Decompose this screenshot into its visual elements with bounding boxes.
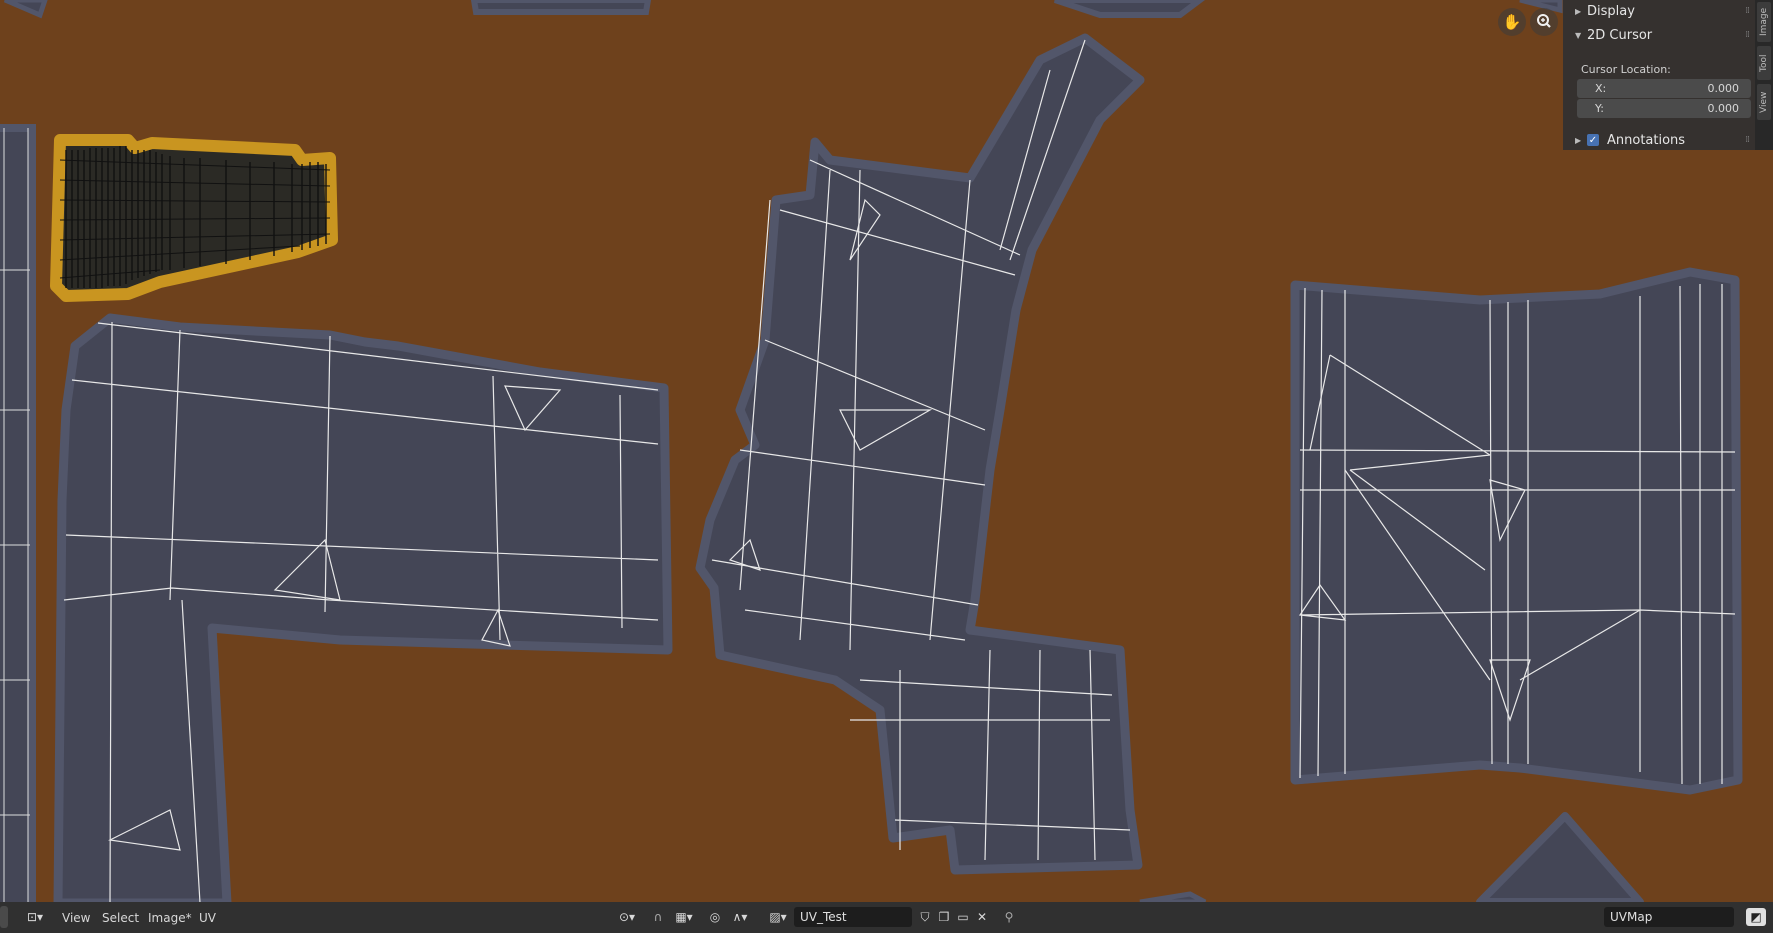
cursor-x-value: 0.000 — [1707, 82, 1740, 95]
uv-editor-icon: ⊡▾ — [26, 910, 44, 924]
uv-island-right[interactable] — [1290, 267, 1743, 795]
tab-image[interactable]: Image — [1757, 2, 1771, 42]
uv-editor-header: ⊡▾ View Select Image* UV ⊙▾ ∩ ▦▾ ◎ ∧▾ ▨▾… — [0, 902, 1773, 933]
uv-island-selected[interactable] — [50, 134, 338, 302]
collapsed-arrow-icon: ▶ — [1575, 135, 1582, 145]
tab-view[interactable]: View — [1757, 84, 1771, 120]
editor-type-button[interactable] — [0, 906, 8, 928]
image-browse-dropdown[interactable]: ▨▾ — [764, 906, 792, 928]
menu-view[interactable]: View — [62, 902, 90, 933]
menu-uv[interactable]: UV — [199, 902, 216, 933]
unlink-image-button[interactable]: ✕ — [971, 906, 993, 928]
cursor-y-label: Y: — [1595, 102, 1604, 115]
stretch-display-toggle[interactable]: ◩ — [1746, 908, 1766, 926]
cursor-panel-label: 2D Cursor — [1587, 27, 1653, 43]
annotations-label: Annotations — [1607, 132, 1686, 148]
drag-grip-icon[interactable]: ⁞⁞ — [1745, 30, 1750, 40]
pin-image-button[interactable]: ⚲ — [998, 906, 1020, 928]
cursor-y-value: 0.000 — [1707, 102, 1740, 115]
falloff-curve-icon: ∧▾ — [732, 910, 748, 924]
display-panel-header[interactable]: ▶ Display ⁞⁞ — [1563, 0, 1755, 22]
duplicate-icon: ❐ — [938, 910, 950, 924]
cursor-location-label: Cursor Location: — [1581, 63, 1671, 76]
proportional-editing-icon: ◎ — [709, 910, 721, 924]
tab-tool[interactable]: Tool — [1757, 46, 1771, 80]
uv-island-left-strip[interactable] — [0, 124, 36, 902]
menu-select[interactable]: Select — [102, 902, 139, 933]
pan-view-button[interactable]: ✋ — [1498, 8, 1526, 36]
hand-icon: ✋ — [1502, 13, 1522, 31]
mode-dropdown[interactable]: ⊡▾ — [22, 906, 48, 928]
proportional-editing-toggle[interactable]: ◎ — [704, 906, 726, 928]
magnet-icon: ∩ — [653, 910, 663, 924]
pivot-point-dropdown[interactable]: ⊙▾ — [613, 906, 641, 928]
diagonal-icon: ◩ — [1750, 910, 1762, 924]
image-name: UV_Test — [800, 910, 847, 924]
uv-island-bottom-fragment[interactable] — [1139, 812, 1644, 902]
annotations-panel-header[interactable]: ▶ ✓ Annotations ⁞⁞ — [1563, 129, 1755, 151]
expanded-arrow-icon: ▼ — [1575, 30, 1582, 40]
uv-island-l-shape[interactable] — [53, 313, 673, 902]
collapsed-arrow-icon: ▶ — [1575, 6, 1582, 16]
uv-island-top-fragments[interactable] — [4, 0, 1563, 19]
uv-map-name: UVMap — [1610, 910, 1653, 924]
cursor-x-field[interactable]: X: 0.000 — [1577, 79, 1751, 98]
uv-editor-viewport[interactable] — [0, 0, 1773, 902]
cursor-y-field[interactable]: Y: 0.000 — [1577, 99, 1751, 118]
shield-icon: ⛉ — [920, 909, 930, 924]
zoom-view-button[interactable] — [1530, 8, 1558, 36]
cursor-panel-header[interactable]: ▼ 2D Cursor ⁞⁞ — [1563, 24, 1755, 46]
display-panel-label: Display — [1587, 3, 1635, 19]
snap-target-icon: ▦▾ — [675, 910, 693, 924]
falloff-dropdown[interactable]: ∧▾ — [726, 906, 754, 928]
uv-map-field[interactable]: UVMap — [1604, 907, 1734, 927]
drag-grip-icon[interactable]: ⁞⁞ — [1745, 135, 1750, 145]
sidebar-panel: ▶ Display ⁞⁞ ▼ 2D Cursor ⁞⁞ Cursor Locat… — [1563, 0, 1755, 150]
zoom-icon — [1536, 13, 1552, 32]
pin-icon: ⚲ — [1004, 910, 1014, 924]
image-name-field[interactable]: UV_Test — [794, 907, 912, 927]
menu-image[interactable]: Image* — [148, 902, 192, 933]
folder-icon: ▭ — [957, 910, 969, 924]
snap-target-dropdown[interactable]: ▦▾ — [670, 906, 698, 928]
uv-islands-canvas[interactable] — [0, 0, 1773, 902]
drag-grip-icon[interactable]: ⁞⁞ — [1745, 6, 1750, 16]
snap-toggle[interactable]: ∩ — [647, 906, 669, 928]
sidebar-tabs: Image Tool View — [1755, 0, 1773, 150]
image-icon: ▨▾ — [769, 910, 787, 924]
close-icon: ✕ — [976, 910, 988, 924]
pivot-icon: ⊙▾ — [618, 910, 636, 924]
uv-island-center[interactable] — [695, 33, 1145, 875]
cursor-x-label: X: — [1595, 82, 1607, 95]
annotations-checkbox[interactable]: ✓ — [1587, 134, 1599, 146]
